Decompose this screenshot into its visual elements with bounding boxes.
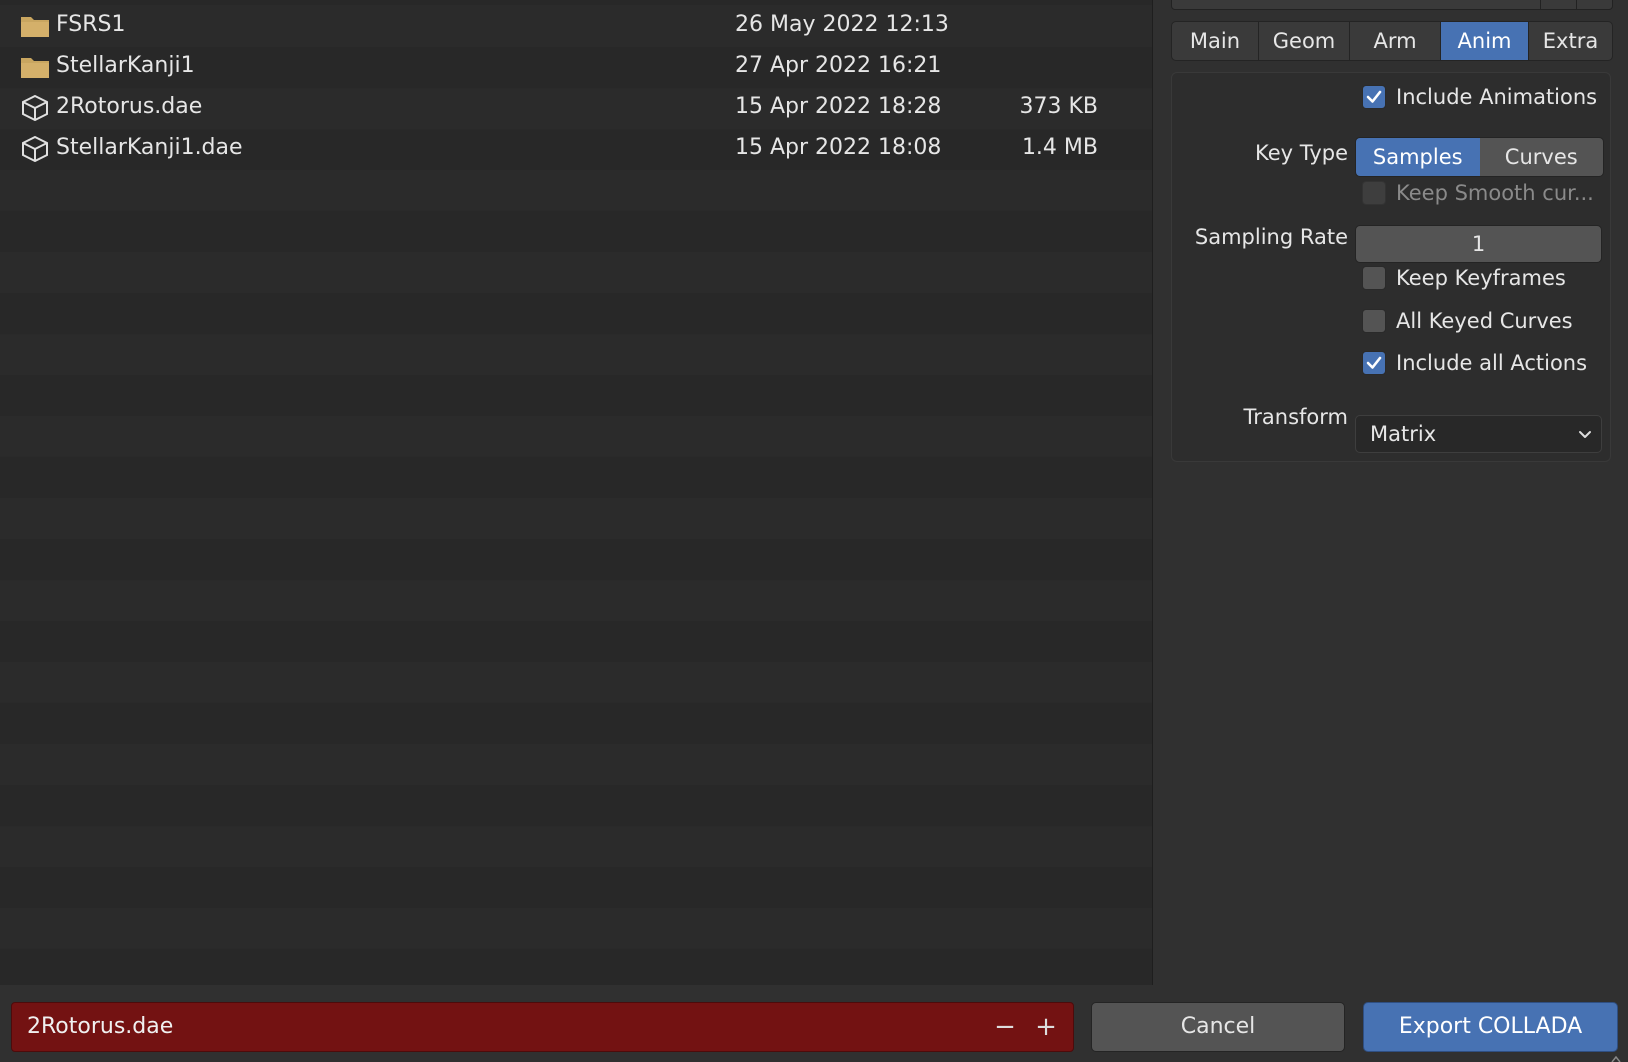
all-keyed-curves-row[interactable]: All Keyed Curves [1362,309,1573,333]
key-type-samples[interactable]: Samples [1356,138,1480,176]
all-keyed-curves-checkbox[interactable] [1362,309,1386,333]
keep-smooth-checkbox[interactable] [1362,181,1386,205]
file-date: 15 Apr 2022 18:28 [735,94,942,119]
tab-anim[interactable]: Anim [1441,22,1529,60]
file-date: 27 Apr 2022 16:21 [735,53,942,78]
file-name: StellarKanji1 [56,53,195,78]
keep-keyframes-row[interactable]: Keep Keyframes [1362,266,1566,290]
mesh-cube-icon [22,95,48,121]
checkmark-icon [1366,356,1382,369]
export-collada-button[interactable]: Export COLLADA [1363,1002,1618,1052]
keep-keyframes-label: Keep Keyframes [1396,266,1566,290]
cancel-button[interactable]: Cancel [1091,1002,1345,1052]
file-row[interactable]: 2Rotorus.dae 15 Apr 2022 18:28 373 KB [0,87,1152,128]
filename-input[interactable]: 2Rotorus.dae − + [11,1002,1074,1052]
tab-main[interactable]: Main [1172,22,1259,60]
keep-keyframes-checkbox[interactable] [1362,266,1386,290]
mesh-cube-icon [22,136,48,162]
include-all-actions-row[interactable]: Include all Actions [1362,351,1587,375]
preset-field[interactable] [1171,0,1613,10]
chevron-down-icon [1579,431,1591,438]
file-name: 2Rotorus.dae [56,94,203,119]
folder-icon [21,58,49,78]
include-animations-row[interactable]: Include Animations [1362,85,1597,109]
key-type-label: Key Type [1255,141,1348,165]
increment-filename-button[interactable]: + [1028,1003,1064,1051]
include-all-actions-checkbox[interactable] [1362,351,1386,375]
file-row[interactable]: FSRS1 26 May 2022 12:13 [0,5,1152,46]
tab-extra[interactable]: Extra [1529,22,1612,60]
resize-handle-icon[interactable] [1608,1056,1624,1062]
export-options-panel: Main Geom Arm Anim Extra Include Animati… [1153,0,1628,985]
file-name: FSRS1 [56,12,126,37]
file-date: 15 Apr 2022 18:08 [735,135,942,160]
transform-label: Transform [1243,405,1348,429]
file-size: 1.4 MB [1021,135,1098,160]
file-date: 26 May 2022 12:13 [735,12,949,37]
options-tabs: Main Geom Arm Anim Extra [1171,21,1613,61]
include-animations-label: Include Animations [1396,85,1598,109]
all-keyed-curves-label: All Keyed Curves [1396,309,1573,333]
sampling-rate-label: Sampling Rate [1194,225,1348,249]
file-name: StellarKanji1.dae [56,135,243,160]
include-all-actions-label: Include all Actions [1396,351,1588,375]
tab-geom[interactable]: Geom [1259,22,1350,60]
sampling-rate-field[interactable]: 1 [1355,225,1602,263]
file-row[interactable]: StellarKanji1.dae 15 Apr 2022 18:08 1.4 … [0,128,1152,169]
checkmark-icon [1366,90,1382,103]
file-size: 373 KB [1019,94,1098,119]
transform-dropdown[interactable]: Matrix [1355,415,1602,453]
bottom-bar: 2Rotorus.dae − + Cancel Export COLLADA [0,985,1628,1062]
keep-smooth-label: Keep Smooth cur... [1396,181,1594,205]
file-list: FSRS1 26 May 2022 12:13 StellarKanji1 27… [0,0,1153,985]
transform-value: Matrix [1370,422,1437,446]
key-type-selector: Samples Curves [1355,137,1604,177]
key-type-curves[interactable]: Curves [1479,138,1603,176]
file-row[interactable]: StellarKanji1 27 Apr 2022 16:21 [0,46,1152,87]
include-animations-checkbox[interactable] [1362,85,1386,109]
filename-value: 2Rotorus.dae [27,1014,174,1039]
animation-options: Include Animations Key Type Samples Curv… [1171,72,1611,462]
keep-smooth-row[interactable]: Keep Smooth cur... [1362,181,1594,205]
folder-icon [21,17,49,37]
tab-arm[interactable]: Arm [1350,22,1441,60]
decrement-filename-button[interactable]: − [987,1003,1023,1051]
